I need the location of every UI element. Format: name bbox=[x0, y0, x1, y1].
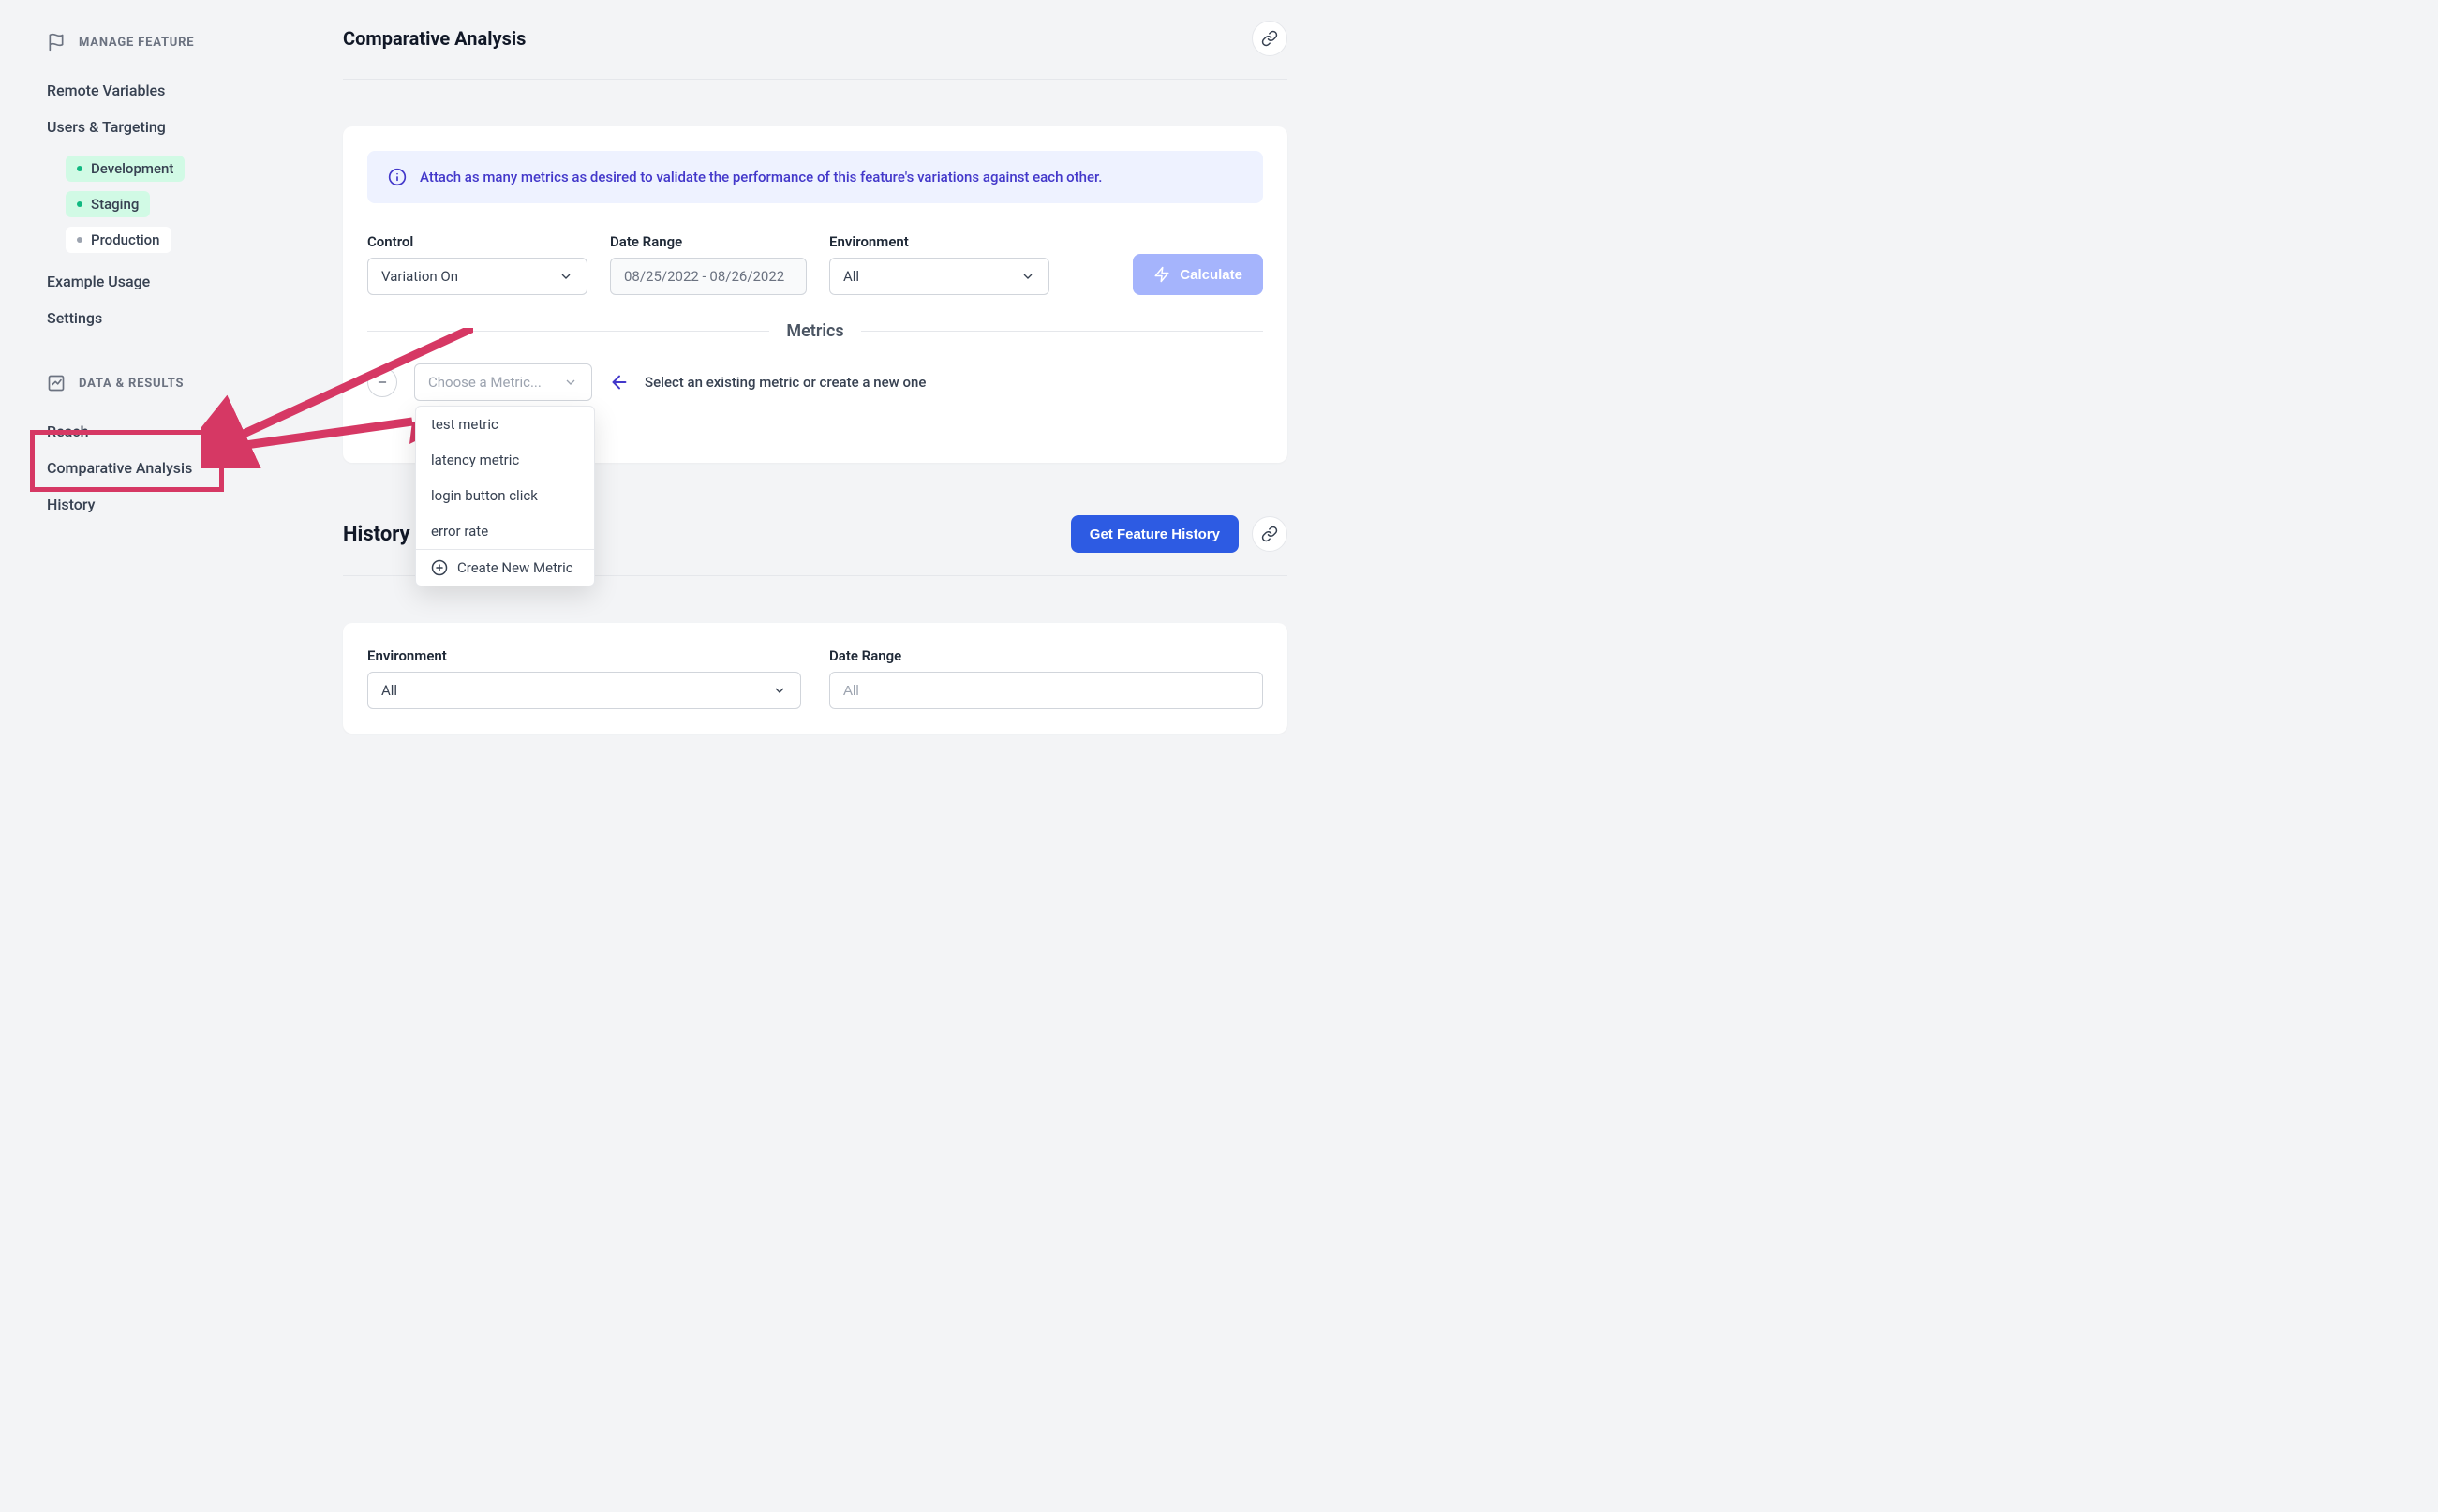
sidebar-item-users-targeting[interactable]: Users & Targeting bbox=[47, 109, 290, 145]
sidebar-item-reach[interactable]: Reach bbox=[47, 413, 290, 450]
sidebar-header-data-results: DATA & RESULTS bbox=[47, 374, 290, 393]
status-dot-icon bbox=[77, 166, 82, 171]
sidebar-environments: Development Staging Production bbox=[47, 151, 290, 258]
calculate-button-label: Calculate bbox=[1180, 267, 1242, 283]
copy-link-button[interactable] bbox=[1252, 21, 1287, 56]
sidebar-item-settings[interactable]: Settings bbox=[47, 300, 290, 336]
history-environment-group: Environment All bbox=[367, 647, 801, 709]
create-new-metric-button[interactable]: Create New Metric bbox=[416, 550, 594, 586]
page-title: Comparative Analysis bbox=[343, 27, 526, 50]
link-icon bbox=[1261, 30, 1278, 47]
history-environment-label: Environment bbox=[367, 647, 801, 664]
date-range-label: Date Range bbox=[610, 233, 807, 250]
history-date-range-input[interactable] bbox=[829, 672, 1263, 709]
bolt-icon bbox=[1153, 266, 1170, 283]
chevron-down-icon bbox=[772, 683, 787, 698]
info-icon bbox=[388, 168, 407, 186]
sidebar-env-production[interactable]: Production bbox=[66, 227, 171, 253]
date-range-input[interactable]: 08/25/2022 - 08/26/2022 bbox=[610, 258, 807, 295]
sidebar-env-label: Development bbox=[91, 160, 173, 177]
history-date-range-label: Date Range bbox=[829, 647, 1263, 664]
history-date-range-group: Date Range bbox=[829, 647, 1263, 709]
status-dot-icon bbox=[77, 201, 82, 207]
minus-icon bbox=[376, 376, 389, 389]
control-select[interactable]: Variation On bbox=[367, 258, 587, 295]
date-range-value: 08/25/2022 - 08/26/2022 bbox=[624, 268, 784, 285]
metric-option-latency-metric[interactable]: latency metric bbox=[416, 442, 594, 478]
flag-icon bbox=[47, 33, 66, 52]
info-banner: Attach as many metrics as desired to val… bbox=[367, 151, 1263, 203]
history-environment-select[interactable]: All bbox=[367, 672, 801, 709]
arrow-left-icon bbox=[609, 372, 630, 393]
sidebar-env-label: Production bbox=[91, 231, 160, 248]
sidebar-item-history[interactable]: History bbox=[47, 486, 290, 523]
metric-option-error-rate[interactable]: error rate bbox=[416, 513, 594, 549]
plus-circle-icon bbox=[431, 559, 448, 576]
metric-option-login-button-click[interactable]: login button click bbox=[416, 478, 594, 513]
environment-label: Environment bbox=[829, 233, 1049, 250]
status-dot-icon bbox=[77, 237, 82, 243]
sidebar-env-label: Staging bbox=[91, 196, 139, 213]
control-group-environment: Environment All bbox=[829, 233, 1049, 295]
metric-select[interactable]: Choose a Metric... test metric latency m… bbox=[414, 363, 592, 401]
divider-line bbox=[861, 331, 1263, 332]
sidebar-item-comparative-analysis[interactable]: Comparative Analysis bbox=[47, 450, 290, 486]
control-select-value: Variation On bbox=[381, 268, 458, 285]
metric-helper-text: Select an existing metric or create a ne… bbox=[645, 374, 926, 391]
control-group-date-range: Date Range 08/25/2022 - 08/26/2022 bbox=[610, 233, 807, 295]
chevron-down-icon bbox=[1020, 269, 1035, 284]
history-controls: Environment All Date Range bbox=[367, 647, 1263, 709]
control-group-control: Control Variation On bbox=[367, 233, 587, 295]
history-date-range-field[interactable] bbox=[843, 673, 1249, 708]
history-environment-value: All bbox=[381, 682, 397, 699]
link-icon bbox=[1261, 526, 1278, 542]
sidebar: MANAGE FEATURE Remote Variables Users & … bbox=[0, 0, 319, 1512]
sidebar-item-example-usage[interactable]: Example Usage bbox=[47, 263, 290, 300]
environment-select[interactable]: All bbox=[829, 258, 1049, 295]
get-feature-history-button[interactable]: Get Feature History bbox=[1071, 515, 1239, 553]
chevron-down-icon bbox=[558, 269, 573, 284]
sidebar-env-staging[interactable]: Staging bbox=[66, 191, 150, 217]
history-actions: Get Feature History bbox=[1071, 515, 1287, 553]
history-card: Environment All Date Range bbox=[343, 623, 1287, 734]
metric-dropdown: test metric latency metric login button … bbox=[415, 406, 595, 586]
calculate-button[interactable]: Calculate bbox=[1133, 254, 1263, 295]
divider-line bbox=[367, 331, 769, 332]
sidebar-header-label: DATA & RESULTS bbox=[79, 377, 184, 391]
metric-row: Choose a Metric... test metric latency m… bbox=[367, 363, 1263, 438]
copy-history-link-button[interactable] bbox=[1252, 516, 1287, 552]
sidebar-item-remote-variables[interactable]: Remote Variables bbox=[47, 72, 290, 109]
main-content: Comparative Analysis Attach as many metr… bbox=[319, 0, 1312, 1512]
sidebar-env-development[interactable]: Development bbox=[66, 156, 185, 182]
metrics-divider-label: Metrics bbox=[786, 321, 843, 341]
remove-metric-button[interactable] bbox=[367, 367, 397, 397]
chart-icon bbox=[47, 374, 66, 393]
comparative-analysis-card: Attach as many metrics as desired to val… bbox=[343, 126, 1287, 463]
info-banner-text: Attach as many metrics as desired to val… bbox=[420, 169, 1102, 185]
create-new-metric-label: Create New Metric bbox=[457, 559, 573, 576]
controls-row: Control Variation On Date Range 08/25/20… bbox=[367, 233, 1263, 295]
sidebar-header-label: MANAGE FEATURE bbox=[79, 36, 194, 50]
chevron-down-icon bbox=[563, 375, 578, 390]
metric-select-placeholder: Choose a Metric... bbox=[428, 374, 542, 391]
history-title: History bbox=[343, 523, 410, 546]
page-header: Comparative Analysis bbox=[343, 21, 1287, 80]
metrics-divider: Metrics bbox=[367, 321, 1263, 341]
control-label: Control bbox=[367, 233, 587, 250]
sidebar-header-manage-feature: MANAGE FEATURE bbox=[47, 33, 290, 52]
metric-helper: Select an existing metric or create a ne… bbox=[609, 372, 926, 393]
environment-select-value: All bbox=[843, 268, 859, 285]
metric-option-test-metric[interactable]: test metric bbox=[416, 407, 594, 442]
